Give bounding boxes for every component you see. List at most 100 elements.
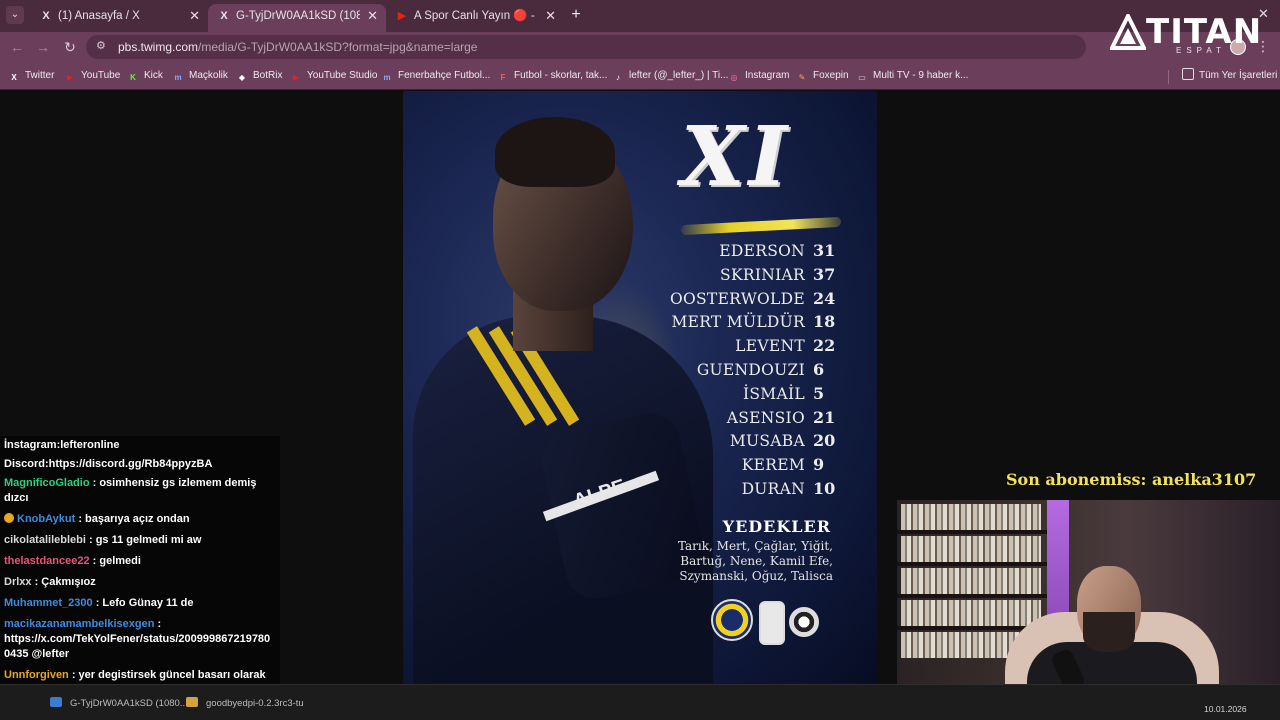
chat-username[interactable]: KnobAykut [17, 513, 75, 525]
lineup-poster-image[interactable]: ALPE XI EDERSON 31 SKRINIAR 37 OOSTERWOLDE 24… [403, 91, 877, 684]
player-number: 24 [813, 288, 836, 308]
fenerbahce-icon: m [383, 73, 391, 82]
player-name: MERT MÜLDÜR [671, 313, 805, 332]
os-taskbar: G-TyjDrW0AA1kSD (1080... goodbyedpi-0.2.… [0, 684, 1280, 720]
player-number: 22 [813, 336, 836, 356]
x-logo-icon: X [42, 10, 50, 22]
bookshelf-row [901, 568, 1041, 594]
last-subscriber-text: Son abonemiss: anelka3107 [1006, 470, 1257, 489]
site-info-icon[interactable]: ⚙ [96, 39, 110, 53]
titan-emblem-icon [1110, 14, 1146, 50]
browser-icon [50, 697, 62, 707]
tab-search-button[interactable]: ⌄ [6, 6, 24, 24]
lineup-row: OOSTERWOLDE 24 [653, 289, 837, 313]
player-name: GUENDOUZI [696, 360, 805, 379]
bookmark-label: Instagram [745, 70, 790, 81]
bookmark-multitv[interactable]: ▭ Multi TV - 9 haber k... [856, 68, 968, 84]
chat-username[interactable]: macikazanamambelkisexgen [4, 618, 154, 630]
player-number: 18 [813, 312, 836, 332]
lineup-row: MUSABA 20 [653, 431, 837, 455]
player-name: İSMAİL [742, 384, 805, 403]
back-button[interactable]: ← [8, 38, 26, 56]
poster-title: XI [681, 109, 791, 205]
player-number: 6 [813, 359, 825, 379]
new-tab-button[interactable]: + [568, 6, 584, 24]
botrix-icon: ◆ [238, 73, 246, 82]
player-number: 5 [813, 383, 825, 403]
player-number: 20 [813, 431, 836, 451]
player-name: ASENSIO [726, 408, 805, 427]
shelf [897, 594, 1047, 598]
bookmark-label: Foxepin [813, 70, 849, 81]
chat-text: : gs 11 gelmedi mi aw [85, 534, 202, 546]
taskbar-item-browser[interactable]: G-TyjDrW0AA1kSD (1080... [50, 697, 188, 709]
reload-button[interactable]: ↻ [61, 38, 79, 56]
fenerbahce-crest-icon [711, 599, 753, 641]
taskbar-item-folder[interactable]: goodbyedpi-0.2.3rc3-tu [186, 697, 304, 709]
title-underline-brush [681, 216, 841, 236]
chat-username[interactable]: Muhammet_2300 [4, 597, 93, 609]
shelf [897, 562, 1047, 566]
bookmark-fenerbahce[interactable]: m Fenerbahçe Futbol... [381, 68, 490, 84]
chat-text: : Çakmışıoz [31, 576, 96, 588]
close-tab-icon[interactable]: ✕ [367, 4, 378, 28]
chat-username[interactable]: cikolatalileblebi [4, 534, 86, 546]
tab-image[interactable]: X G-TyjDrW0AA1kSD (1080×1350) ✕ [208, 4, 386, 32]
bookmark-mackolik[interactable]: m Maçkolik [172, 68, 228, 84]
streamer-webcam [897, 500, 1280, 684]
substitutes-list: Tarık, Mert, Çağlar, Yiğit, Bartuğ, Nene… [677, 539, 833, 583]
chat-username[interactable]: thelastdancee22 [4, 555, 90, 567]
chat-username[interactable]: Drlxx [4, 576, 32, 588]
chat-username[interactable]: MagnificoGladio [4, 477, 90, 489]
all-bookmarks-button[interactable]: Tüm Yer İşaretleri [1182, 68, 1277, 84]
chat-message: thelastdancee22 : gelmedi [4, 554, 276, 569]
bookmark-label: YouTube Studio [307, 70, 378, 81]
flashscore-icon: F [500, 73, 506, 82]
close-tab-icon[interactable]: ✕ [545, 4, 556, 28]
url-text[interactable]: pbs.twimg.com/media/G-TyjDrW0AA1kSD?form… [118, 35, 477, 59]
bookmark-label: Maçkolik [189, 70, 228, 81]
bookmark-label: Multi TV - 9 haber k... [873, 70, 969, 81]
taskbar-item-label: G-TyjDrW0AA1kSD (1080... [70, 698, 188, 709]
shelf [897, 530, 1047, 534]
bookmarks-bar: X Twitter ▶ YouTube K Kick m Maçkolik ◆ BotRi… [0, 62, 1280, 90]
tab-anasayfa[interactable]: X (1) Anasayfa / X ✕ [30, 4, 208, 32]
browser-toolbar: ← → ↻ ⚙ pbs.twimg.com/media/G-TyjDrW0AA1… [0, 32, 1280, 62]
tab-title: (1) Anasayfa / X [58, 10, 140, 22]
bookmark-instagram[interactable]: ◎ Instagram [728, 68, 790, 84]
lineup-row: MERT MÜLDÜR 18 [653, 312, 837, 336]
bookmark-twitter[interactable]: X Twitter [8, 68, 54, 84]
bookmark-youtube-studio[interactable]: ▶ YouTube Studio [290, 68, 378, 84]
bookmark-youtube[interactable]: ▶ YouTube [64, 68, 120, 84]
substitutes-title: YEDEKLER [722, 517, 831, 536]
titan-espat-logo: TITAN ESPAT [1110, 12, 1261, 56]
chat-message: İnstagram:lefteronline [4, 438, 276, 453]
youtube-studio-icon: ▶ [292, 73, 300, 82]
kick-icon: K [130, 73, 136, 82]
galatasaray-crest-icon [789, 607, 819, 637]
tab-aspor[interactable]: ▶ A Spor Canlı Yayın 🔴 - YouTube ✕ [386, 4, 564, 32]
starting-lineup-list: EDERSON 31 SKRINIAR 37 OOSTERWOLDE 24 MERT MÜL… [653, 241, 837, 503]
chat-text: : başarıya açız ondan [75, 513, 190, 525]
bookmark-label: Twitter [25, 70, 55, 81]
bookmark-tiktok[interactable]: ♪ lefter (@_lefter_) | Ti... [612, 68, 728, 84]
lineup-row: İSMAİL 5 [653, 384, 837, 408]
tab-title: A Spor Canlı Yayın 🔴 - YouTube [414, 10, 538, 22]
youtube-icon: ▶ [66, 73, 74, 82]
bookmark-label: Futbol - skorlar, tak... [514, 70, 608, 81]
bookmark-kick[interactable]: K Kick [127, 68, 163, 84]
tab-strip: ⌄ X (1) Anasayfa / X ✕ X G-TyjDrW0AA1kSD… [0, 0, 1280, 32]
multitv-icon: ▭ [858, 73, 866, 82]
bookmark-flashscore[interactable]: F Futbol - skorlar, tak... [497, 68, 608, 84]
close-tab-icon[interactable]: ✕ [189, 4, 200, 28]
chat-username[interactable]: Unnforgiven [4, 669, 69, 681]
bookmark-foxepin[interactable]: ✎ Foxepin [796, 68, 849, 84]
taskbar-date: 10.01.2026 [1204, 704, 1247, 714]
bookmark-botrix[interactable]: ◆ BotRix [236, 68, 283, 84]
address-bar[interactable]: ⚙ pbs.twimg.com/media/G-TyjDrW0AA1kSD?fo… [86, 35, 1086, 59]
player-name: SKRINIAR [720, 265, 805, 284]
forward-button[interactable]: → [34, 38, 52, 56]
chat-text: Discord:https://discord.gg/Rb84ppyzBA [4, 458, 213, 470]
lineup-row: ASENSIO 21 [653, 408, 837, 432]
chat-message: Discord:https://discord.gg/Rb84ppyzBA [4, 457, 276, 472]
